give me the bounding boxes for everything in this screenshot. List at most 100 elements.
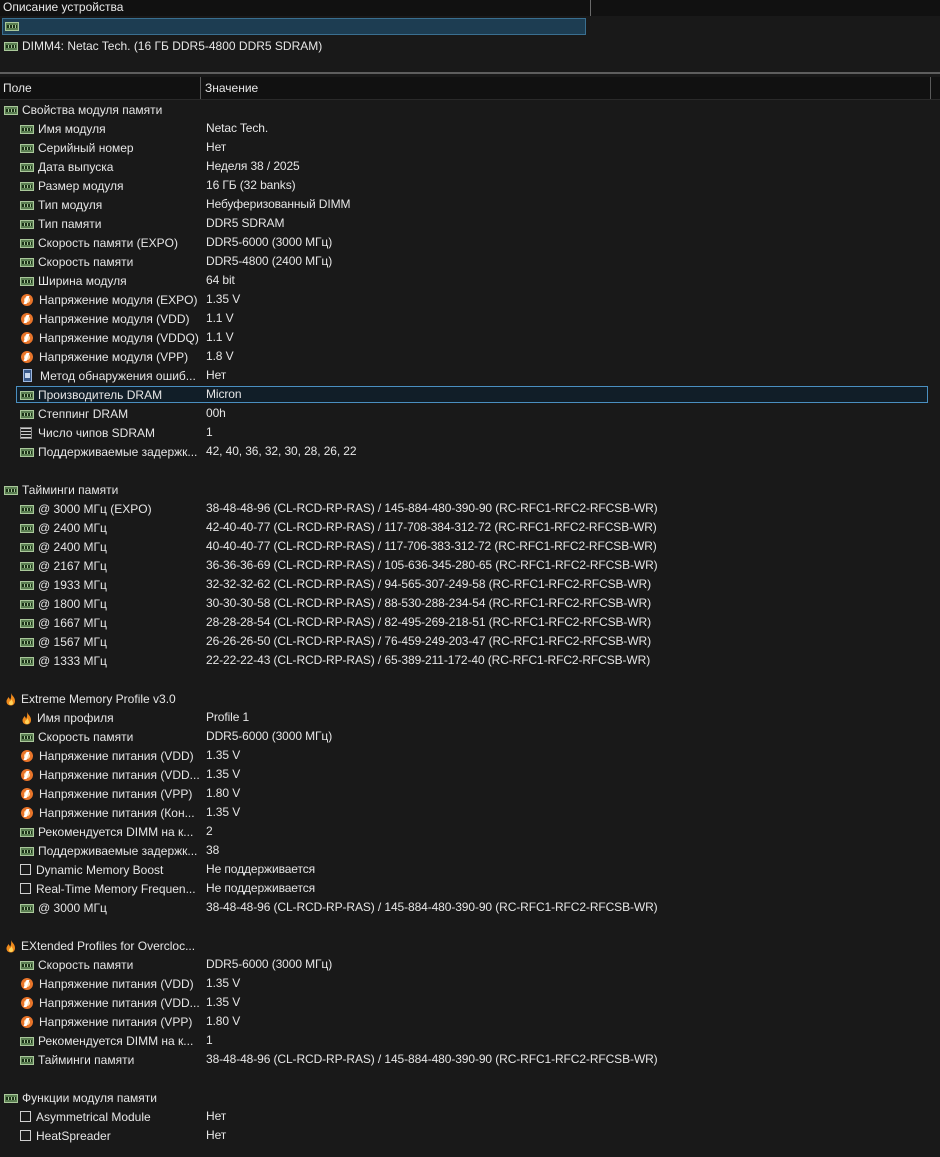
property-row[interactable]: HeatSpreader Нет [0,1126,940,1145]
property-row[interactable]: Скорость памяти DDR5-6000 (3000 МГц) [0,955,940,974]
property-row[interactable]: Имя модуля Netac Tech. [0,119,940,138]
property-row[interactable]: @ 3000 МГц 38-48-48-96 (CL-RCD-RP-RAS) / … [0,898,940,917]
property-row[interactable]: @ 2167 МГц 36-36-36-69 (CL-RCD-RP-RAS) / … [0,556,940,575]
property-field: Тип памяти [20,214,101,233]
property-row[interactable]: Число чипов SDRAM 1 [0,423,940,442]
property-row[interactable]: Напряжение модуля (EXPO) 1.35 V [0,290,940,309]
property-row[interactable]: @ 1933 МГц 32-32-32-62 (CL-RCD-RP-RAS) / … [0,575,940,594]
checkbox-icon[interactable] [20,1111,31,1122]
property-row[interactable]: Метод обнаружения ошиб... Нет [0,366,940,385]
property-row[interactable]: @ 3000 МГц (EXPO) 38-48-48-96 (CL-RCD-RP-… [0,499,940,518]
column-header-value[interactable]: Значение [205,80,258,96]
property-row[interactable]: Asymmetrical Module Нет [0,1107,940,1126]
property-row[interactable]: Степпинг DRAM 00h [0,404,940,423]
property-value: 1 [206,425,213,439]
property-field-label: Напряжение питания (Кон... [39,805,195,820]
property-field: Число чипов SDRAM [20,423,155,442]
property-field-label: @ 1333 МГц [38,653,107,668]
property-value: Нет [206,140,227,154]
property-row[interactable]: Ширина модуля 64 bit [0,271,940,290]
property-row[interactable]: Dynamic Memory Boost Не поддерживается [0,860,940,879]
column-separator[interactable] [930,77,931,99]
property-row[interactable]: Напряжение питания (VPP) 1.80 V [0,784,940,803]
property-row[interactable]: Рекомендуется DIMM на к... 1 [0,1031,940,1050]
property-row[interactable]: @ 1567 МГц 26-26-26-50 (CL-RCD-RP-RAS) / … [0,632,940,651]
property-row[interactable]: Скорость памяти DDR5-4800 (2400 МГц) [0,252,940,271]
property-row[interactable]: Имя профиля Profile 1 [0,708,940,727]
property-field: Напряжение модуля (VPP) [20,347,188,366]
group-header-field: Extreme Memory Profile v3.0 [4,689,176,708]
property-row[interactable]: Тип модуля Небуферизованный DIMM [0,195,940,214]
property-row[interactable]: Напряжение питания (Кон... 1.35 V [0,803,940,822]
property-row[interactable]: Скорость памяти DDR5-6000 (3000 МГц) [0,727,940,746]
property-row[interactable]: Real-Time Memory Frequen... Не поддержива… [0,879,940,898]
group-header[interactable]: Свойства модуля памяти [0,100,940,119]
column-header-field[interactable]: Поле [3,80,32,96]
group-title: Extreme Memory Profile v3.0 [21,691,176,706]
header-column-separator[interactable] [590,0,591,16]
property-row[interactable]: @ 2400 МГц 42-40-40-77 (CL-RCD-RP-RAS) / … [0,518,940,537]
ram-icon [4,105,18,115]
property-row[interactable]: Напряжение питания (VDD) 1.35 V [0,746,940,765]
list-header: Поле Значение [0,77,940,100]
property-value: 38-48-48-96 (CL-RCD-RP-RAS) / 145-884-48… [206,1052,658,1066]
property-field: HeatSpreader [20,1126,111,1145]
voltage-icon [21,806,33,819]
property-row[interactable]: Поддерживаемые задержк... 42, 40, 36, 32,… [0,442,940,461]
property-row[interactable]: Размер модуля 16 ГБ (32 banks) [0,176,940,195]
ram-icon [4,1093,18,1103]
property-field-label: @ 2400 МГц [38,539,107,554]
property-row[interactable]: Поддерживаемые задержк... 38 [0,841,940,860]
ram-icon [20,181,34,191]
ram-icon [20,846,34,856]
property-row[interactable]: Напряжение питания (VDD... 1.35 V [0,765,940,784]
ram-icon [20,162,34,172]
device-selected-row[interactable] [2,18,586,35]
property-row[interactable]: Дата выпуска Неделя 38 / 2025 [0,157,940,176]
group-header[interactable]: Тайминги памяти [0,480,940,499]
property-row[interactable]: Производитель DRAM Micron [0,385,940,404]
checkbox-icon[interactable] [20,1130,31,1141]
property-row[interactable]: @ 1800 МГц 30-30-30-58 (CL-RCD-RP-RAS) / … [0,594,940,613]
property-field-label: Напряжение модуля (EXPO) [39,292,198,307]
property-row[interactable]: Напряжение питания (VPP) 1.80 V [0,1012,940,1031]
property-field-label: Dynamic Memory Boost [36,862,164,877]
group-title: Свойства модуля памяти [22,102,163,117]
checkbox-icon[interactable] [20,864,31,875]
group-header[interactable]: Функции модуля памяти [0,1088,940,1107]
property-row[interactable]: Напряжение модуля (VDDQ) 1.1 V [0,328,940,347]
property-row[interactable]: @ 2400 МГц 40-40-40-77 (CL-RCD-RP-RAS) / … [0,537,940,556]
ram-icon [20,390,34,400]
property-field: Напряжение модуля (VDDQ) [20,328,199,347]
ram-icon [20,447,34,457]
device-description-header[interactable]: Описание устройства [0,0,940,16]
property-field: Поддерживаемые задержк... [20,442,197,461]
property-row[interactable]: Напряжение модуля (VDD) 1.1 V [0,309,940,328]
group-header[interactable]: EXtended Profiles for Overcloc... [0,936,940,955]
property-row[interactable]: Напряжение питания (VDD... 1.35 V [0,993,940,1012]
device-item-dimm4[interactable]: DIMM4: Netac Tech. (16 ГБ DDR5-4800 DDR5… [4,38,322,54]
property-row[interactable]: Скорость памяти (EXPO) DDR5-6000 (3000 МГ… [0,233,940,252]
property-value: 1.80 V [206,1014,241,1028]
checkbox-icon[interactable] [20,883,31,894]
property-row[interactable]: Рекомендуется DIMM на к... 2 [0,822,940,841]
property-value: DDR5-6000 (3000 МГц) [206,235,333,249]
pane-splitter[interactable] [0,72,940,74]
property-row[interactable]: Напряжение модуля (VPP) 1.8 V [0,347,940,366]
property-row[interactable]: @ 1667 МГц 28-28-28-54 (CL-RCD-RP-RAS) / … [0,613,940,632]
property-value: 1.8 V [206,349,234,363]
property-row[interactable]: Тайминги памяти 38-48-48-96 (CL-RCD-RP-RA… [0,1050,940,1069]
property-row[interactable]: Напряжение питания (VDD) 1.35 V [0,974,940,993]
chips-icon [20,426,32,439]
group-header[interactable]: Extreme Memory Profile v3.0 [0,689,940,708]
voltage-icon [21,996,33,1009]
column-separator[interactable] [200,77,201,99]
property-row[interactable]: Тип памяти DDR5 SDRAM [0,214,940,233]
flame-icon [4,939,18,953]
property-field: Напряжение питания (VDD) [20,746,194,765]
property-field-label: Рекомендуется DIMM на к... [38,1033,194,1048]
property-field-label: Напряжение модуля (VDD) [39,311,190,326]
property-row[interactable]: @ 1333 МГц 22-22-22-43 (CL-RCD-RP-RAS) / … [0,651,940,670]
property-row[interactable]: Серийный номер Нет [0,138,940,157]
property-value: 1.35 V [206,748,241,762]
